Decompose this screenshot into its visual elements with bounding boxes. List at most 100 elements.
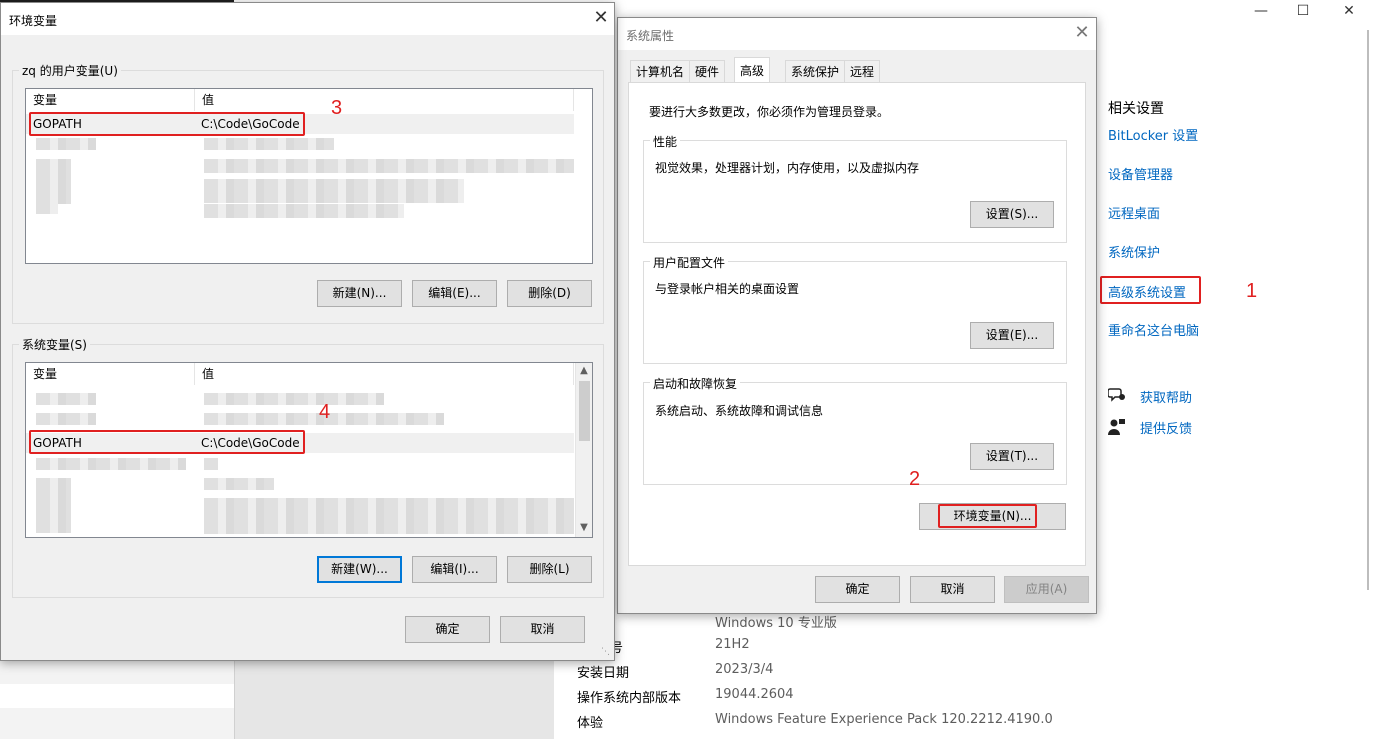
envvars-titlebar: 环境变量 ✕ (1, 3, 614, 35)
sysprops-close-button[interactable]: ✕ (1070, 22, 1094, 43)
redacted-user-value (204, 204, 404, 218)
highlight-box-3 (29, 112, 305, 136)
redacted-user-value (204, 179, 464, 203)
system-properties-dialog: 系统属性 ✕ 计算机名 硬件 高级 系统保护 远程 要进行大多数更改，你必须作为… (617, 17, 1097, 614)
close-button[interactable]: ✕ (1339, 3, 1359, 19)
redacted-user-value (204, 138, 334, 150)
bitlocker-link[interactable]: BitLocker 设置 (1108, 125, 1198, 144)
minimize-button[interactable]: — (1251, 3, 1271, 19)
scroll-thumb[interactable] (579, 381, 590, 441)
annotation-1: 1 (1246, 280, 1258, 302)
system-col-variable[interactable]: 变量 (26, 363, 195, 385)
tab-computer-name[interactable]: 计算机名 (630, 60, 691, 82)
user-list-header: 变量 值 (26, 89, 574, 111)
system-list-scrollbar[interactable]: ▲ ▼ (575, 363, 592, 537)
redacted-user-var (36, 138, 96, 150)
startup-recovery-settings-button[interactable]: 设置(T)... (970, 443, 1054, 470)
scroll-up-icon[interactable]: ▲ (576, 363, 592, 379)
redacted-user-var (36, 159, 71, 204)
envvars-title: 环境变量 (9, 14, 58, 28)
admin-note: 要进行大多数更改，你必须作为管理员登录。 (649, 105, 890, 119)
highlight-box-1 (1100, 276, 1201, 304)
system-delete-button[interactable]: 删除(L) (507, 556, 592, 583)
user-delete-button[interactable]: 删除(D) (507, 280, 592, 307)
tab-advanced[interactable]: 高级 (734, 57, 771, 83)
tab-system-protection[interactable]: 系统保护 (785, 60, 846, 82)
get-help-link[interactable]: 获取帮助 (1140, 387, 1192, 406)
spec-build-label: 操作系统内部版本 (577, 691, 682, 706)
sysprops-tabs: 计算机名 硬件 高级 系统保护 远程 (630, 57, 1090, 83)
user-edit-button[interactable]: 编辑(E)... (412, 280, 497, 307)
highlight-box-2 (938, 504, 1037, 528)
user-col-variable[interactable]: 变量 (26, 89, 195, 111)
settings-scrollbar[interactable] (1367, 30, 1369, 590)
envvars-cancel-button[interactable]: 取消 (500, 616, 585, 643)
device-manager-link[interactable]: 设备管理器 (1108, 164, 1173, 183)
user-variables-label: zq 的用户变量(U) (19, 62, 121, 79)
user-variables-group: zq 的用户变量(U) 变量 值 GOPATH C:\Code\GoCode 新… (12, 62, 604, 324)
redacted-system-var (36, 478, 71, 533)
system-protection-link[interactable]: 系统保护 (1108, 242, 1160, 261)
spec-install-date-label: 安装日期 (577, 666, 630, 681)
sysprops-cancel-button[interactable]: 取消 (910, 576, 995, 603)
highlight-box-4 (29, 430, 305, 454)
resize-grip-icon[interactable]: ⋱ (601, 647, 613, 659)
redacted-user-value (204, 159, 574, 173)
advanced-tab-panel: 要进行大多数更改，你必须作为管理员登录。 性能 视觉效果，处理器计划，内存使用，… (628, 82, 1086, 566)
user-profile-desc: 与登录帐户相关的桌面设置 (655, 282, 800, 296)
performance-label: 性能 (650, 133, 681, 150)
maximize-button[interactable]: ☐ (1293, 3, 1313, 19)
spec-experience-value: Windows Feature Experience Pack 120.2212… (715, 712, 1053, 727)
sysprops-apply-button[interactable]: 应用(A) (1004, 576, 1089, 603)
redacted-system-value (204, 478, 274, 490)
environment-variables-dialog: 环境变量 ✕ zq 的用户变量(U) 变量 值 GOPATH C:\Code\G… (0, 2, 615, 661)
system-list-header: 变量 值 (26, 363, 574, 385)
feedback-icon (1108, 418, 1126, 436)
spec-version-value: 21H2 (715, 637, 750, 652)
annotation-3: 3 (331, 97, 343, 119)
startup-recovery-desc: 系统启动、系统故障和调试信息 (655, 404, 824, 418)
system-variables-label: 系统变量(S) (19, 336, 90, 353)
system-new-button[interactable]: 新建(W)... (317, 556, 402, 583)
performance-group: 性能 视觉效果，处理器计划，内存使用，以及虚拟内存 设置(S)... (643, 133, 1067, 243)
annotation-4: 4 (319, 401, 331, 423)
performance-settings-button[interactable]: 设置(S)... (970, 201, 1054, 228)
system-variables-group: 系统变量(S) 变量 值 GOPATH C:\Code\GoCode ▲ ▼ 新… (12, 336, 604, 598)
user-profile-label: 用户配置文件 (650, 254, 729, 271)
feedback-link[interactable]: 提供反馈 (1140, 418, 1192, 437)
spec-experience-label: 体验 (577, 716, 604, 731)
redacted-system-var (36, 458, 186, 470)
redacted-system-var (36, 393, 96, 405)
remote-desktop-link[interactable]: 远程桌面 (1108, 203, 1160, 222)
system-col-value[interactable]: 值 (195, 363, 574, 385)
user-profile-settings-button[interactable]: 设置(E)... (970, 322, 1054, 349)
background-panel-mid (234, 660, 554, 739)
sysprops-title: 系统属性 (626, 29, 675, 43)
startup-recovery-group: 启动和故障恢复 系统启动、系统故障和调试信息 设置(T)... (643, 375, 1067, 485)
scroll-down-icon[interactable]: ▼ (576, 520, 592, 536)
background-panel (0, 660, 234, 739)
startup-recovery-label: 启动和故障恢复 (650, 375, 741, 392)
user-new-button[interactable]: 新建(N)... (317, 280, 402, 307)
redacted-system-value (204, 458, 218, 470)
spec-install-date-value: 2023/3/4 (715, 662, 774, 677)
tab-remote[interactable]: 远程 (844, 60, 881, 82)
rename-pc-link[interactable]: 重命名这台电脑 (1108, 320, 1199, 339)
help-icon (1107, 387, 1126, 403)
spec-build-value: 19044.2604 (715, 687, 794, 702)
sysprops-titlebar: 系统属性 ✕ (618, 18, 1096, 50)
spec-edition-value: Windows 10 专业版 (715, 616, 837, 631)
user-profile-group: 用户配置文件 与登录帐户相关的桌面设置 设置(E)... (643, 254, 1067, 364)
redacted-system-value (204, 498, 574, 534)
related-settings-title: 相关设置 (1108, 101, 1164, 117)
envvars-ok-button[interactable]: 确定 (405, 616, 490, 643)
annotation-2: 2 (909, 468, 921, 490)
redacted-system-value (204, 393, 384, 405)
system-edit-button[interactable]: 编辑(I)... (412, 556, 497, 583)
sysprops-ok-button[interactable]: 确定 (815, 576, 900, 603)
redacted-user-var (36, 204, 58, 214)
redacted-system-var (36, 413, 96, 425)
envvars-close-button[interactable]: ✕ (589, 7, 613, 28)
user-col-value[interactable]: 值 (195, 89, 574, 111)
tab-hardware[interactable]: 硬件 (689, 60, 726, 82)
